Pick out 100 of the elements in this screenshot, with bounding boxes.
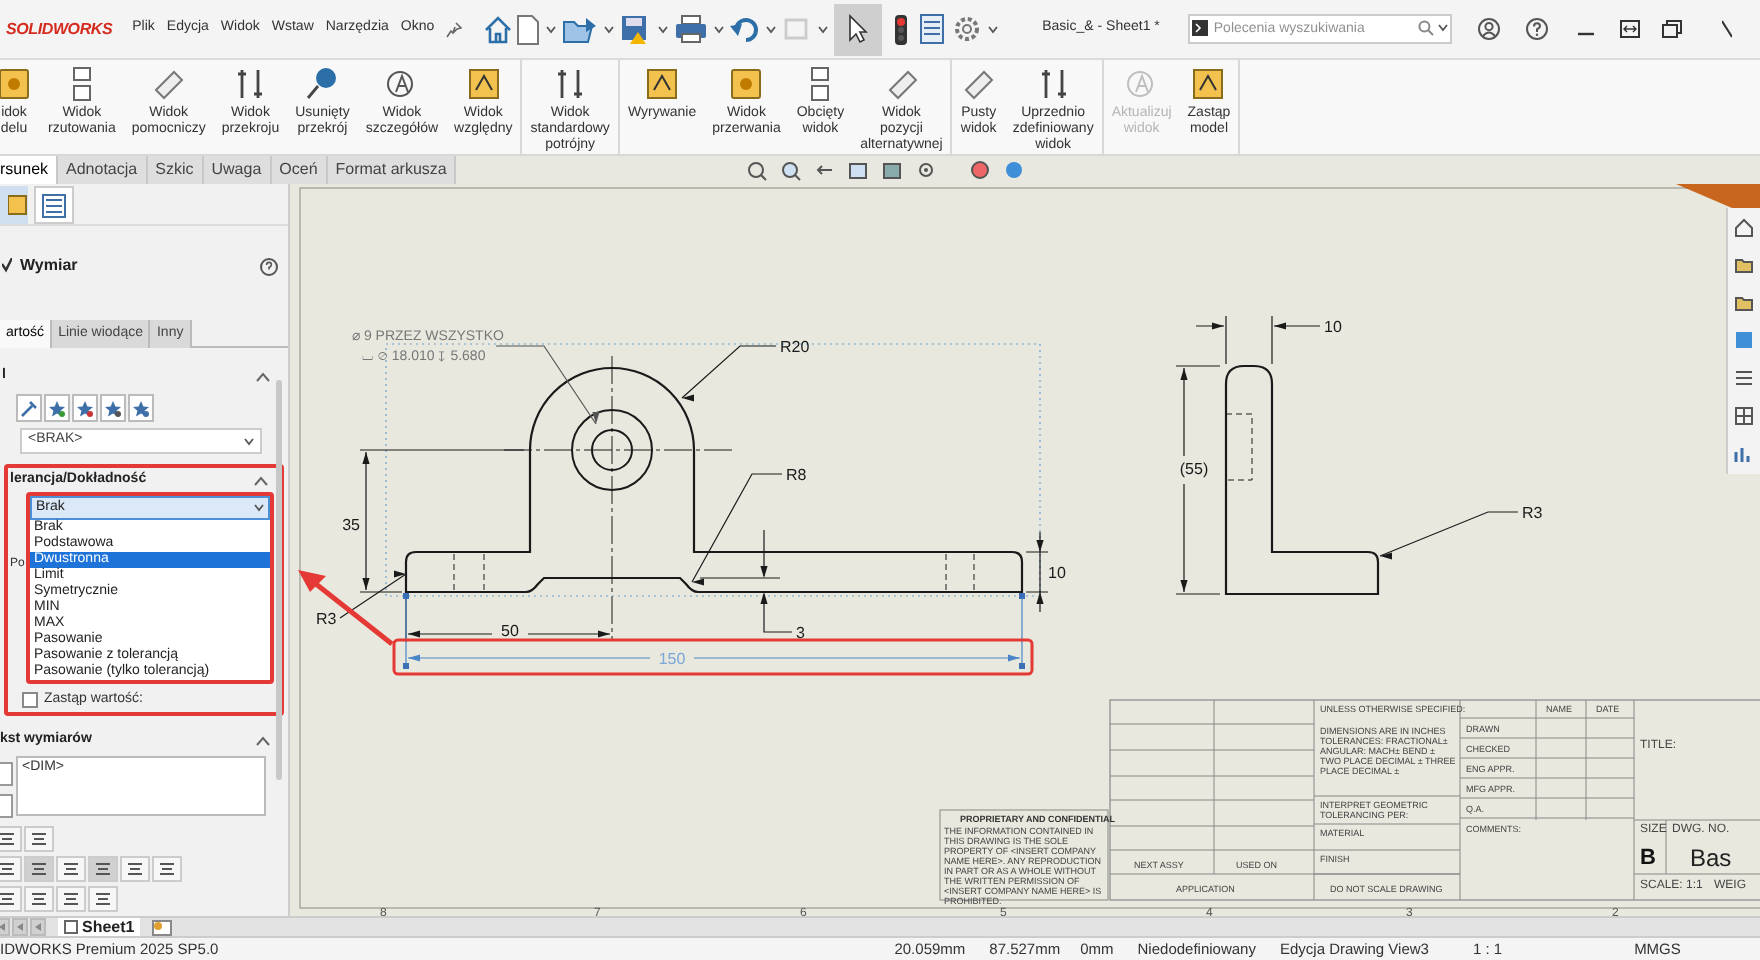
format-button[interactable] (24, 886, 54, 912)
zoom-fit-icon[interactable] (746, 159, 769, 181)
list-icon[interactable] (1734, 368, 1754, 390)
list-icon[interactable] (920, 14, 945, 44)
star-icon (76, 399, 94, 417)
caret-icon[interactable] (254, 504, 264, 512)
appearance-icon[interactable] (970, 159, 993, 181)
section-view-icon[interactable] (848, 159, 871, 181)
format-button[interactable] (88, 856, 118, 882)
caret-icon[interactable] (988, 25, 999, 33)
display-style-icon[interactable] (882, 159, 905, 181)
leader-line (691, 473, 783, 586)
tab[interactable]: Uwaga (203, 156, 272, 184)
tree-icon (8, 194, 28, 216)
panel-tab[interactable] (34, 186, 74, 224)
style-button[interactable] (72, 394, 98, 422)
format-button[interactable] (24, 856, 54, 882)
search-icon[interactable] (1417, 20, 1434, 36)
format-button[interactable] (152, 856, 182, 882)
checkbox[interactable] (22, 692, 38, 709)
user-icon[interactable] (1477, 18, 1500, 40)
alignment-icon (62, 861, 80, 877)
help-icon[interactable] (1525, 18, 1548, 40)
style-button[interactable] (44, 394, 70, 422)
tab[interactable]: Oceń (271, 156, 328, 184)
house-icon[interactable] (1734, 216, 1754, 238)
format-button[interactable] (88, 886, 118, 912)
folder-icon[interactable] (562, 15, 599, 43)
caret-icon[interactable] (1437, 24, 1448, 32)
check-icon[interactable] (2, 258, 12, 274)
settings-icon[interactable] (952, 14, 983, 44)
dimension-text: R8 (786, 466, 807, 484)
chevron-up-icon[interactable] (256, 735, 270, 745)
dimension-text: 50 (501, 622, 519, 640)
dimension-text: 35 (342, 516, 360, 534)
undo-icon[interactable] (730, 16, 761, 42)
pin-icon[interactable] (446, 21, 463, 37)
sheet-tab[interactable]: Sheet1 (58, 917, 141, 937)
chart-icon[interactable] (1734, 444, 1754, 466)
caret-icon[interactable] (818, 25, 829, 33)
dimension-text: 10 (1048, 564, 1066, 582)
format-button[interactable] (120, 856, 150, 882)
view-icon (0, 66, 32, 102)
title-block-text: B (1640, 846, 1656, 870)
property-list-icon (42, 193, 66, 217)
pointer-arrow (298, 570, 394, 646)
style-button[interactable] (128, 394, 154, 422)
panel-title: Wymiar (20, 254, 78, 278)
document-icon[interactable] (516, 13, 541, 45)
star-icon (104, 399, 122, 417)
print-icon[interactable] (674, 14, 709, 44)
format-button[interactable] (0, 886, 22, 912)
alignment-icon (30, 891, 48, 907)
scene-icon[interactable] (1004, 159, 1027, 181)
format-button[interactable] (56, 886, 86, 912)
zoom-area-icon[interactable] (780, 159, 803, 181)
tab[interactable]: Adnotacja (58, 156, 148, 184)
folder-icon[interactable] (1734, 292, 1754, 314)
caret-icon[interactable] (658, 25, 669, 33)
folder-icon[interactable] (1734, 254, 1754, 276)
chevron-up-icon[interactable] (256, 371, 270, 381)
chevron-up-icon[interactable] (254, 475, 268, 485)
alignment-icon (126, 861, 144, 877)
home-icon[interactable] (482, 13, 515, 45)
format-button[interactable] (0, 856, 22, 882)
grid-icon[interactable] (1734, 406, 1754, 428)
format-button[interactable] (56, 856, 86, 882)
caret-icon[interactable] (714, 25, 725, 33)
leader-line (339, 570, 407, 619)
caret-icon[interactable] (244, 437, 254, 445)
tab[interactable]: Szkic (147, 156, 204, 184)
view-icon (465, 66, 502, 102)
select-button[interactable] (834, 3, 883, 55)
dimension-text: R3 (316, 610, 337, 628)
alignment-icon (94, 891, 112, 907)
format-button[interactable] (24, 826, 54, 852)
style-button[interactable] (16, 394, 42, 422)
tab[interactable]: rsunek (0, 156, 59, 184)
caret-icon[interactable] (766, 25, 777, 33)
tab[interactable]: Format arkusza (327, 156, 457, 184)
style-button[interactable] (100, 394, 126, 422)
add-sheet-icon[interactable] (152, 919, 173, 935)
pointer-icon (848, 14, 869, 44)
caret-icon[interactable] (604, 25, 615, 33)
traffic-light-icon[interactable] (894, 13, 909, 45)
help-icon[interactable] (260, 257, 278, 275)
panel-tab[interactable] (0, 186, 28, 224)
view-icon (883, 66, 920, 102)
hide-show-icon[interactable] (916, 159, 939, 181)
format-button[interactable] (0, 826, 22, 852)
restore-icon[interactable] (1661, 20, 1682, 38)
palette-icon[interactable] (1734, 330, 1754, 352)
dimension-text: 3 (796, 624, 805, 642)
scrollbar[interactable] (276, 380, 282, 780)
star-icon (132, 399, 150, 417)
caret-icon[interactable] (546, 25, 557, 33)
alignment-icon (0, 861, 16, 877)
view-icon (960, 66, 997, 102)
dock-icon[interactable] (1619, 20, 1640, 38)
app-logo: SOLIDWORKS (6, 17, 113, 41)
